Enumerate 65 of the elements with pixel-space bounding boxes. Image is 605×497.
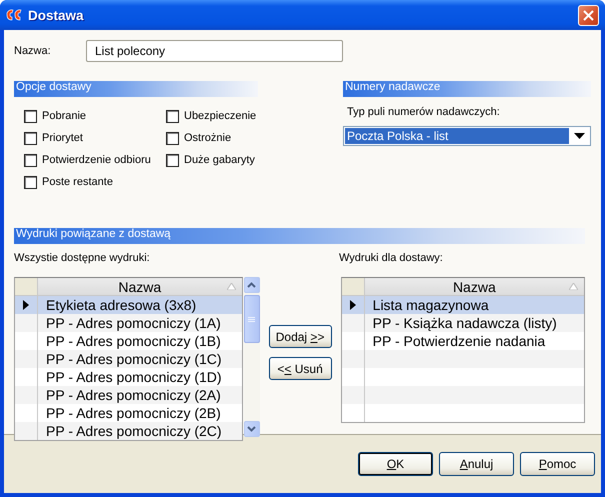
checkbox[interactable]	[24, 132, 37, 144]
section-header: Wydruki powiązane z dostawą	[14, 228, 585, 244]
dropdown-arrow-icon	[574, 133, 584, 139]
column-header[interactable]: Nazwa	[364, 278, 584, 296]
name-input[interactable]: List polecony	[86, 40, 343, 62]
table-cell: PP - Adres pomocniczy (1D)	[46, 369, 222, 385]
table-row[interactable]: PP - Adres pomocniczy (1A)	[15, 314, 242, 332]
table-row[interactable]: PP - Adres pomocniczy (2C)	[15, 422, 242, 440]
table-cell: PP - Adres pomocniczy (1B)	[46, 333, 221, 349]
checkbox-label: Ubezpieczenie	[184, 110, 256, 122]
current-row-icon	[350, 300, 356, 310]
checkbox[interactable]	[166, 154, 179, 166]
scroll-up-button[interactable]	[244, 277, 260, 293]
chevron-up-icon	[247, 282, 256, 288]
table-cell: Lista magazynowa	[372, 297, 489, 313]
scroll-down-button[interactable]	[244, 421, 260, 437]
table-cell: PP - Adres pomocniczy (1C)	[46, 351, 222, 367]
sort-arrow-icon	[569, 283, 578, 290]
checkbox-label: Ostrożnie	[184, 132, 232, 144]
table-row[interactable]: PP - Adres pomocniczy (1C)	[15, 350, 242, 368]
table-row[interactable]: PP - Adres pomocniczy (2A)	[15, 386, 242, 404]
close-button[interactable]	[578, 4, 599, 26]
app-logo-icon	[6, 9, 22, 21]
table-cell: PP - Książka nadawcza (listy)	[372, 315, 557, 331]
scrollbar[interactable]	[244, 277, 260, 437]
table-row[interactable]: PP - Książka nadawcza (listy)	[342, 314, 584, 332]
list-label: Wydruki dla dostawy:	[339, 252, 444, 266]
remove-button[interactable]: << Usuń	[268, 357, 332, 380]
dialog-button[interactable]: Anuluj	[439, 452, 514, 476]
checkbox-label: Poste restante	[42, 176, 113, 188]
header-corner	[342, 278, 365, 296]
checkbox-label: Pobranie	[42, 110, 86, 122]
checkbox[interactable]	[166, 132, 179, 144]
field-label: Nazwa:	[14, 45, 52, 57]
section-header: Opcje dostawy	[14, 81, 258, 97]
checkbox[interactable]	[24, 154, 37, 166]
add-button[interactable]: Dodaj >>	[268, 325, 332, 348]
dialog-button[interactable]: OK	[358, 452, 433, 476]
header-corner	[15, 278, 38, 296]
table-cell: PP - Potwierdzenie nadania	[372, 333, 546, 349]
checkbox-label: Duże gabaryty	[184, 154, 255, 166]
checkbox[interactable]	[24, 110, 37, 122]
list-label: Wszystie dostępne wydruki:	[14, 252, 150, 266]
checkbox-label: Potwierdzenie odbioru	[42, 154, 151, 166]
table-cell: Etykieta adresowa (3x8)	[46, 297, 196, 313]
table-cell: PP - Adres pomocniczy (2C)	[46, 423, 222, 439]
checkbox-label: Priorytet	[42, 132, 83, 144]
scrollbar-thumb[interactable]	[244, 295, 260, 343]
checkbox[interactable]	[24, 176, 37, 188]
column-header[interactable]: Nazwa	[38, 278, 242, 296]
window-title: Dostawa	[28, 8, 85, 22]
pool-type-dropdown[interactable]: Poczta Polska - list	[343, 126, 591, 146]
field-label: Typ puli numerów nadawczych:	[346, 105, 501, 120]
table-cell: PP - Adres pomocniczy (2B)	[46, 405, 221, 421]
checkbox[interactable]	[166, 110, 179, 122]
dialog-button[interactable]: Pomoc	[520, 452, 595, 476]
table-row[interactable]: Etykieta adresowa (3x8)	[15, 296, 242, 314]
table-cell: PP - Adres pomocniczy (2A)	[46, 387, 221, 403]
section-header: Numery nadawcze	[343, 81, 591, 97]
chevron-down-icon	[247, 426, 256, 432]
table-row[interactable]: Lista magazynowa	[342, 296, 584, 314]
sort-arrow-icon	[226, 283, 236, 290]
table-cell: PP - Adres pomocniczy (1A)	[46, 315, 221, 331]
current-row-icon	[23, 300, 29, 310]
close-icon	[583, 10, 594, 20]
